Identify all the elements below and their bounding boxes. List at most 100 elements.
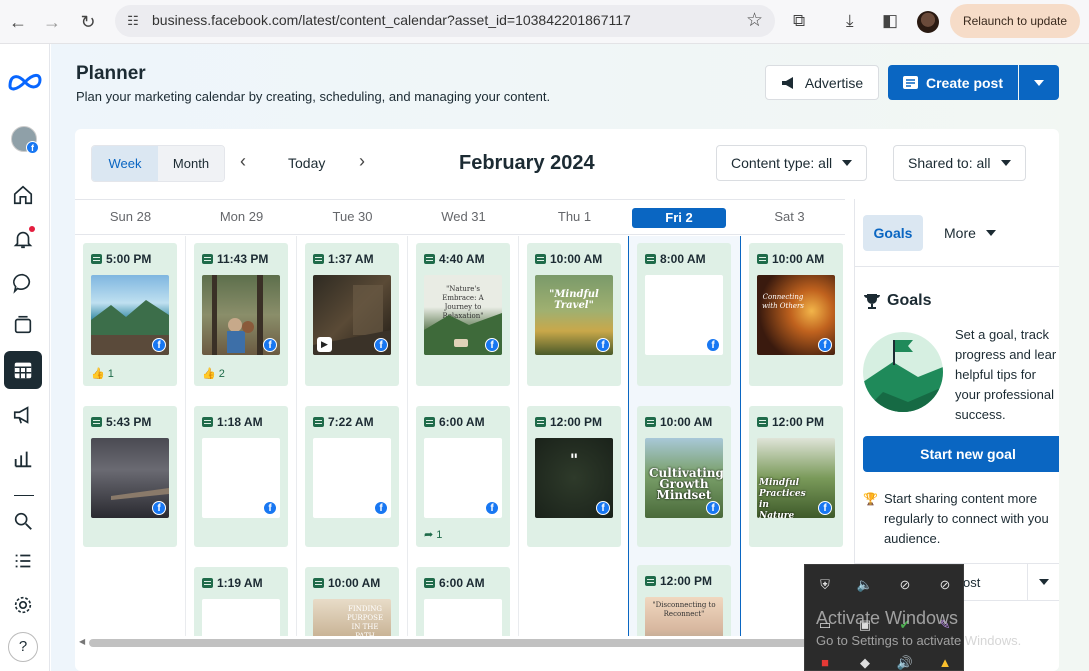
post-thumbnail[interactable] [202, 599, 280, 636]
post-card[interactable]: 12:00 PM Mindful Practices in Nature f [749, 406, 843, 547]
facebook-badge-icon: f [374, 501, 388, 515]
forward-icon[interactable]: → [40, 10, 64, 34]
next-week-icon[interactable]: › [359, 151, 365, 172]
shared-to-filter[interactable]: Shared to: all [893, 145, 1026, 181]
post-thumbnail[interactable]: f [202, 275, 280, 355]
create-post-dropdown[interactable] [1019, 65, 1059, 100]
post-thumbnail[interactable]: f [91, 438, 169, 518]
notifications-icon[interactable] [8, 224, 38, 254]
post-card[interactable]: 10:00 AM "Mindful Travel" f [527, 243, 621, 386]
create-post-button[interactable]: Create post [888, 65, 1018, 100]
profile-avatar[interactable] [917, 11, 939, 33]
post-time: 5:43 PM [106, 415, 152, 429]
post-thumbnail[interactable] [424, 599, 502, 636]
inbox-icon[interactable] [8, 268, 38, 298]
site-settings-icon[interactable]: ☷ [123, 11, 143, 31]
bookmark-star-icon[interactable]: ☆ [746, 9, 763, 32]
drive-icon[interactable]: ▲ [935, 653, 955, 671]
extensions-icon[interactable]: ⧉ [793, 11, 805, 31]
network-icon[interactable]: ⊘ [935, 575, 955, 595]
today-button[interactable]: Today [288, 155, 325, 171]
post-thumbnail[interactable]: f [91, 275, 169, 355]
all-tools-icon[interactable] [8, 546, 38, 576]
planner-icon[interactable] [4, 351, 42, 389]
volume-icon[interactable]: 🔊 [895, 653, 915, 671]
side-panel-icon[interactable]: ◧ [882, 11, 898, 31]
post-time: 12:00 PM [772, 415, 825, 429]
goals-desc-line: success. [955, 407, 1006, 422]
post-thumbnail[interactable]: "Nature's Embrace: A Journey to Relaxati… [424, 275, 502, 355]
search-icon[interactable] [8, 506, 38, 536]
post-thumbnail[interactable]: Connecting with Others f [757, 275, 835, 355]
post-time: 10:00 AM [660, 415, 713, 429]
post-card[interactable]: 1:18 AM f [194, 406, 288, 547]
post-thumbnail[interactable]: " f [535, 438, 613, 518]
post-thumbnail[interactable]: f [424, 438, 502, 518]
column-divider [296, 236, 297, 636]
post-thumbnail[interactable]: f [645, 275, 723, 355]
reload-icon[interactable]: ↻ [76, 10, 100, 34]
post-card[interactable]: 4:40 AM "Nature's Embrace: A Journey to … [416, 243, 510, 386]
post-thumbnail[interactable]: Cultivating Growth Mindset f [645, 438, 723, 518]
ads-megaphone-icon[interactable] [8, 400, 38, 430]
post-card[interactable]: 8:00 AM f [637, 243, 731, 386]
post-card[interactable]: 5:00 PM f 👍 1 [83, 243, 177, 386]
speaker-icon[interactable]: 🔈 [855, 575, 875, 595]
post-type-icon [424, 578, 435, 588]
url-text[interactable]: business.facebook.com/latest/content_cal… [152, 12, 631, 28]
post-card[interactable]: 5:43 PM f [83, 406, 177, 547]
post-card[interactable]: 1:37 AM ▶ f [305, 243, 399, 386]
post-type-icon [313, 417, 324, 427]
start-new-goal-button[interactable]: Start new goal [863, 436, 1059, 472]
advertise-button[interactable]: Advertise [765, 65, 879, 100]
page-avatar[interactable]: f [11, 126, 39, 154]
post-type-icon [645, 254, 656, 264]
post-thumbnail[interactable]: ▶ f [313, 275, 391, 355]
post-card[interactable]: 6:00 AM f ➦ 1 [416, 406, 510, 547]
post-time: 10:00 AM [772, 252, 825, 266]
post-thumbnail[interactable]: f [202, 438, 280, 518]
goal-suggestion[interactable]: 🏆 Start sharing content more regularly t… [863, 489, 1059, 549]
post-card[interactable]: 10:00 AM FINDING PURPOSE IN THE PATH [305, 567, 399, 636]
post-card[interactable]: 10:00 AM Cultivating Growth Mindset f [637, 406, 731, 547]
post-card[interactable]: 10:00 AM Connecting with Others f [749, 243, 843, 386]
app-tray-icon[interactable]: ◆ [855, 653, 875, 671]
scroll-left-icon[interactable]: ◀ [79, 637, 85, 646]
settings-gear-icon[interactable] [8, 590, 38, 620]
network-icon[interactable]: ⊘ [895, 575, 915, 595]
month-view-button[interactable]: Month [158, 146, 224, 181]
post-thumbnail[interactable]: "Disconnecting to Reconnect" [645, 597, 723, 636]
week-view-button[interactable]: Week [92, 146, 158, 181]
previous-week-icon[interactable]: ‹ [240, 151, 246, 172]
post-card[interactable]: 12:00 PM "Disconnecting to Reconnect" [637, 565, 731, 636]
facebook-badge-icon: f [152, 501, 166, 515]
share-icon: ➦ [424, 529, 434, 541]
content-icon[interactable] [8, 310, 38, 340]
chevron-down-icon [1000, 160, 1011, 166]
insights-icon[interactable] [8, 444, 38, 474]
post-thumbnail[interactable]: FINDING PURPOSE IN THE PATH [313, 599, 391, 636]
meta-logo-icon[interactable] [7, 70, 43, 92]
home-icon[interactable] [8, 180, 38, 210]
post-card[interactable]: 7:22 AM f [305, 406, 399, 547]
content-type-filter[interactable]: Content type: all [716, 145, 868, 181]
thumbnail-caption: "Disconnecting to Reconnect" [652, 601, 716, 618]
tab-more[interactable]: More [944, 225, 996, 241]
security-shield-icon[interactable]: ⛨ [815, 575, 835, 595]
day-header-row: Sun 28 Mon 29 Tue 30 Wed 31 Thu 1 Fri 2 … [75, 199, 845, 235]
post-thumbnail[interactable]: "Mindful Travel" f [535, 275, 613, 355]
download-icon[interactable]: ⤓ [846, 11, 854, 31]
relaunch-button[interactable]: Relaunch to update [950, 4, 1080, 38]
post-card[interactable]: 12:00 PM " f [527, 406, 621, 547]
post-thumbnail[interactable]: f [313, 438, 391, 518]
post-row-dropdown[interactable] [1027, 564, 1059, 600]
address-bar[interactable]: ☷ business.facebook.com/latest/content_c… [115, 5, 775, 37]
post-card[interactable]: 6:00 AM [416, 567, 510, 636]
tab-goals[interactable]: Goals [863, 215, 923, 251]
back-icon[interactable]: ← [6, 10, 30, 34]
post-card[interactable]: 11:43 PM f 👍 2 [194, 243, 288, 386]
post-card[interactable]: 1:19 AM [194, 567, 288, 636]
help-icon[interactable]: ? [8, 632, 38, 662]
app-tray-icon[interactable]: ■ [815, 653, 835, 671]
post-thumbnail[interactable]: Mindful Practices in Nature f [757, 438, 835, 518]
